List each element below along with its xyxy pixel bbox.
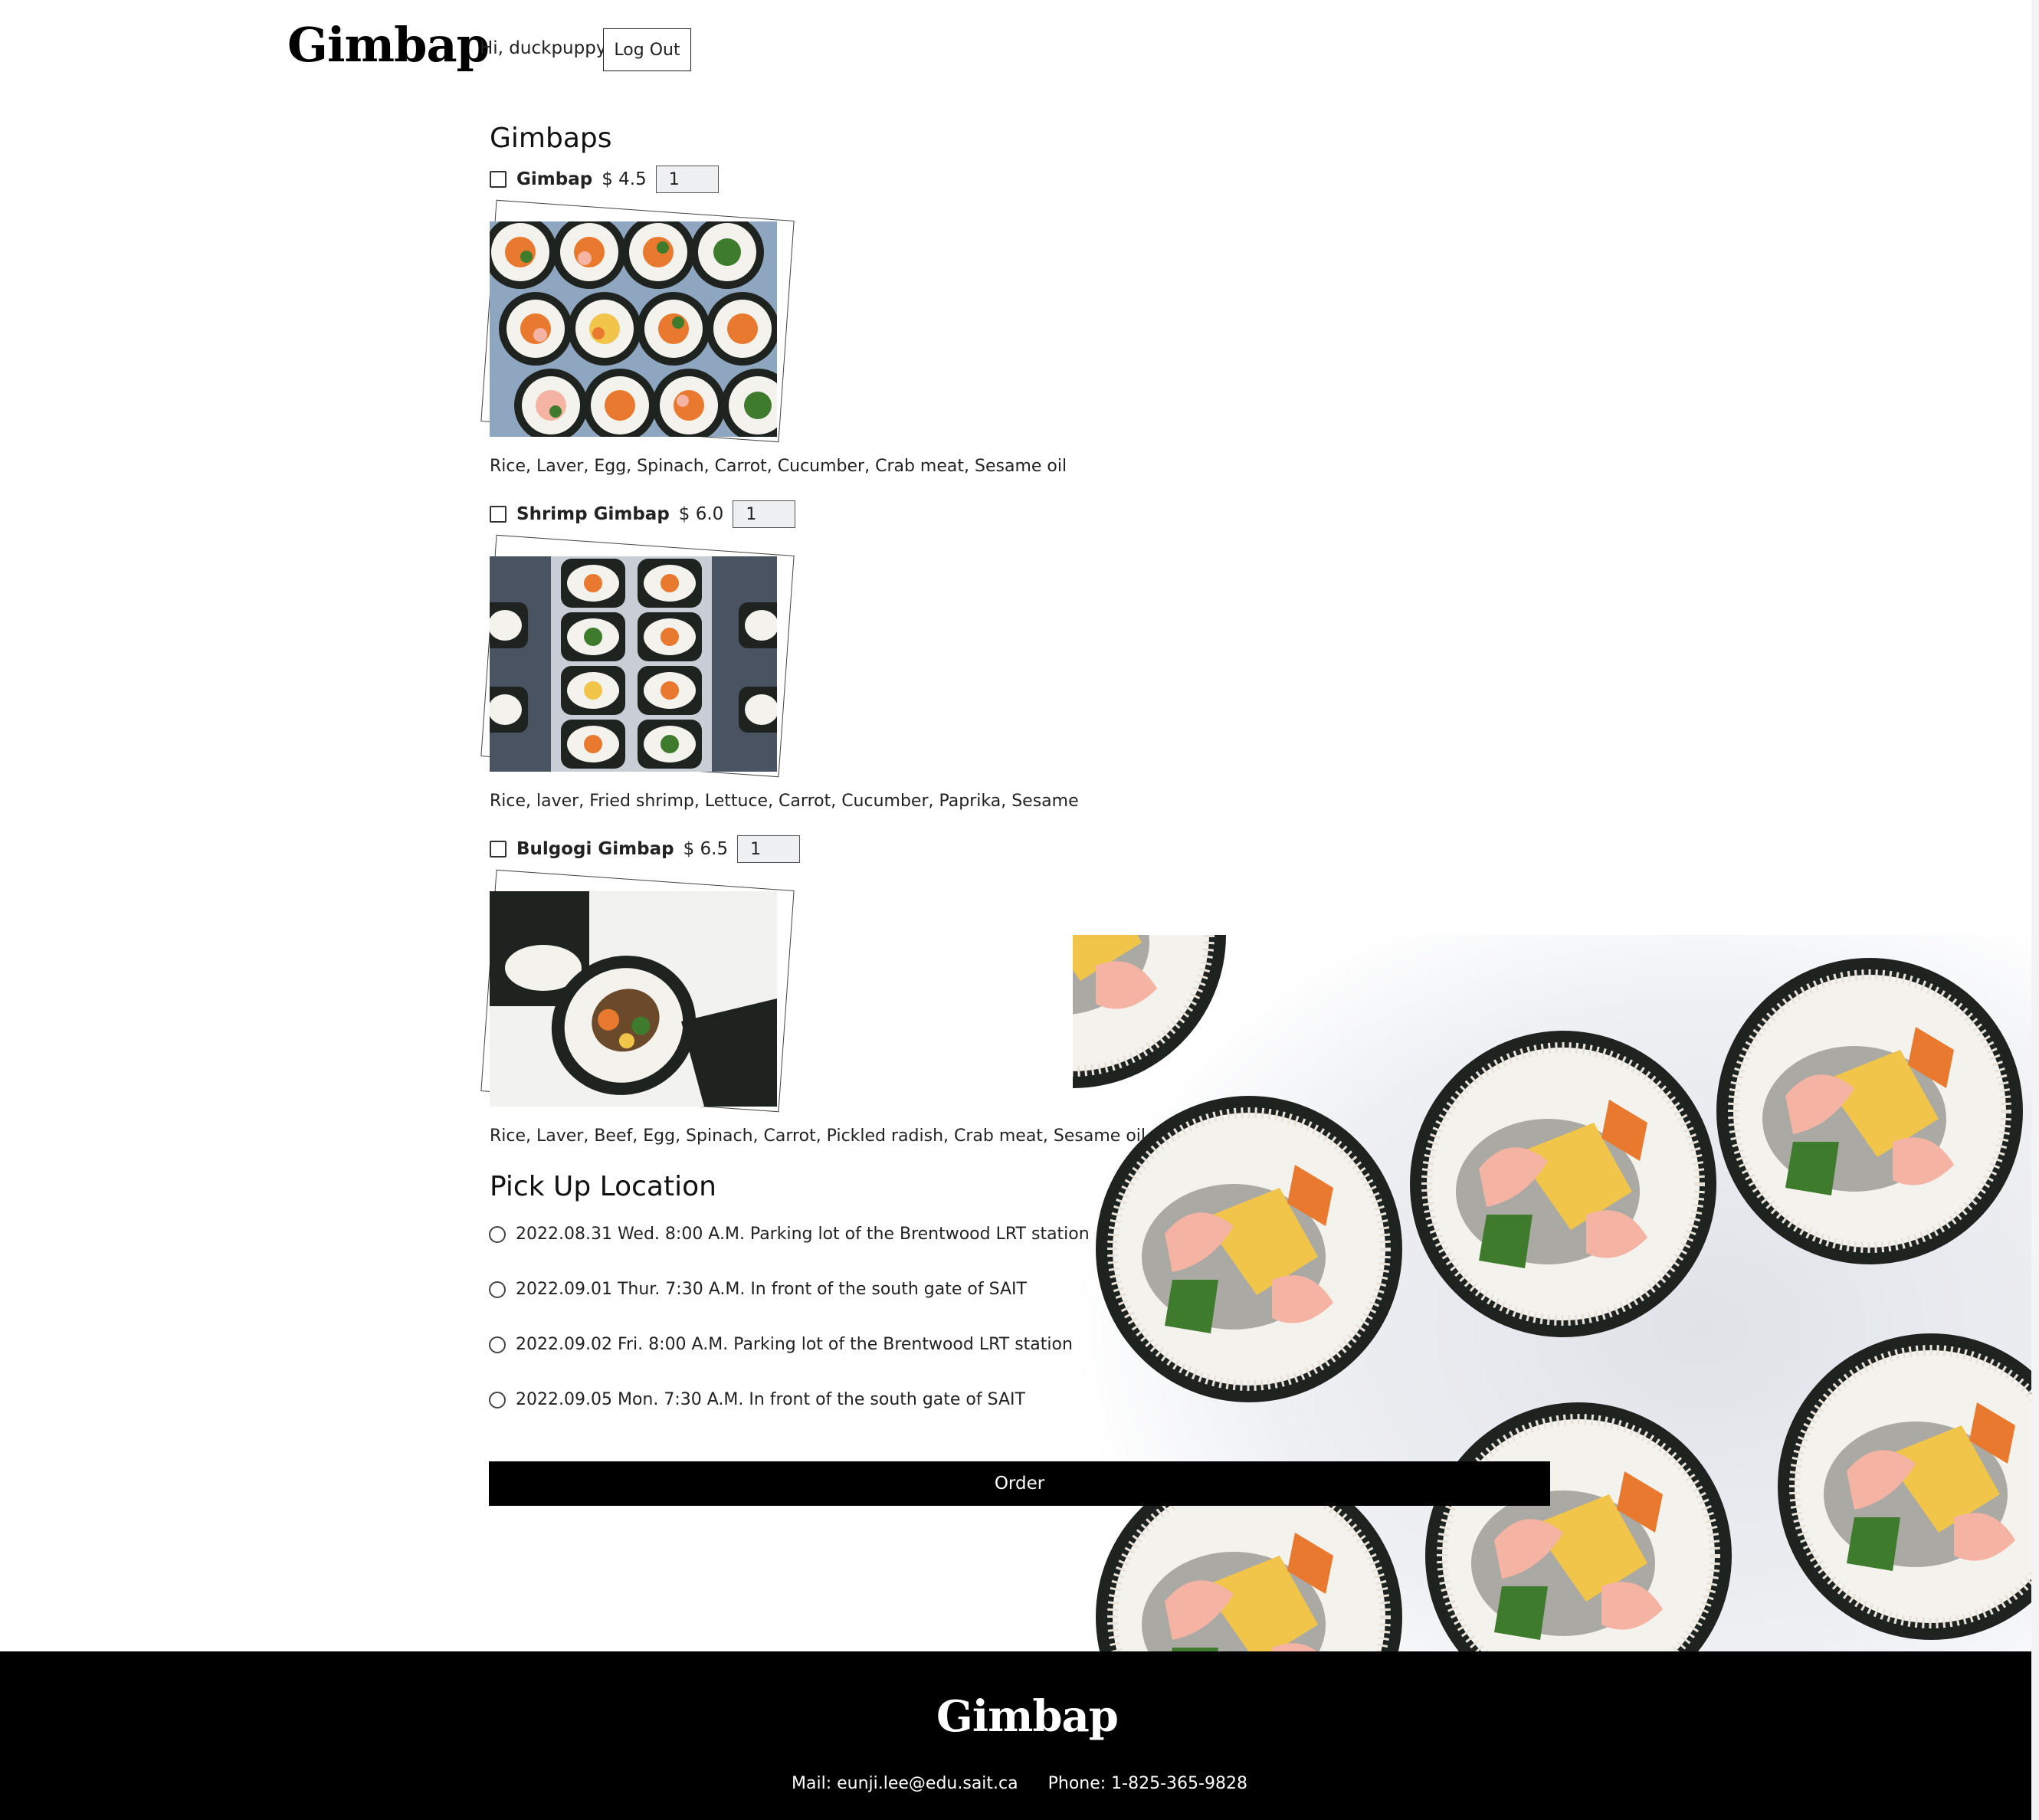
shrimp-gimbap-image: [490, 556, 777, 772]
footer-contact: Mail: eunji.lee@edu.sait.ca Phone: 1-825…: [0, 1774, 2039, 1793]
user-greeting: Hi, duckpuppy: [480, 38, 607, 58]
shrimp-gimbap-description: Rice, laver, Fried shrimp, Lettuce, Carr…: [490, 792, 1079, 811]
footer-logo: Gimbap: [936, 1691, 1119, 1742]
item-price: $ 6.5: [683, 839, 729, 859]
item-price: $ 4.5: [602, 169, 647, 189]
bulgogi-gimbap-checkbox[interactable]: [490, 841, 506, 858]
footer-phone: Phone: 1-825-365-9828: [1047, 1774, 1247, 1793]
pickup-radio[interactable]: [489, 1225, 506, 1243]
pickup-option[interactable]: 2022.09.01 Thur. 7:30 A.M. In front of t…: [489, 1280, 1027, 1299]
bulgogi-gimbap-photo: [480, 869, 795, 1113]
menu-item-gimbap: Gimbap $ 4.5: [490, 164, 719, 195]
pickup-radio[interactable]: [489, 1336, 506, 1353]
item-name: Shrimp Gimbap: [516, 504, 670, 524]
gimbap-photo: [480, 199, 795, 443]
logout-button[interactable]: Log Out: [603, 28, 691, 71]
pickup-option-label: 2022.09.01 Thur. 7:30 A.M. In front of t…: [516, 1280, 1027, 1299]
site-footer: Gimbap Mail: eunji.lee@edu.sait.ca Phone…: [0, 1651, 2039, 1820]
bulgogi-gimbap-description: Rice, Laver, Beef, Egg, Spinach, Carrot,…: [490, 1126, 1146, 1146]
menu-item-bulgogi-gimbap: Bulgogi Gimbap $ 6.5: [490, 834, 801, 864]
gimbap-image: [490, 221, 777, 437]
item-name: Bulgogi Gimbap: [516, 839, 674, 859]
vertical-scrollbar[interactable]: [2031, 0, 2039, 1820]
pickup-option[interactable]: 2022.09.05 Mon. 7:30 A.M. In front of th…: [489, 1390, 1025, 1409]
pickup-heading: Pick Up Location: [490, 1171, 716, 1202]
menu-item-shrimp-gimbap: Shrimp Gimbap $ 6.0: [490, 499, 796, 530]
background-gimbap-image: [1073, 935, 2039, 1651]
gimbap-description: Rice, Laver, Egg, Spinach, Carrot, Cucum…: [490, 457, 1067, 476]
footer-mail: Mail: eunji.lee@edu.sait.ca: [792, 1774, 1018, 1793]
pickup-option[interactable]: 2022.09.02 Fri. 8:00 A.M. Parking lot of…: [489, 1335, 1073, 1354]
pickup-option-label: 2022.09.02 Fri. 8:00 A.M. Parking lot of…: [516, 1335, 1073, 1354]
shrimp-gimbap-checkbox[interactable]: [490, 506, 506, 523]
pickup-radio[interactable]: [489, 1281, 506, 1298]
bulgogi-gimbap-quantity-input[interactable]: [737, 835, 801, 863]
gimbap-checkbox[interactable]: [490, 171, 506, 188]
gimbaps-heading: Gimbaps: [490, 123, 612, 154]
site-logo[interactable]: Gimbap: [287, 21, 490, 69]
pickup-option[interactable]: 2022.08.31 Wed. 8:00 A.M. Parking lot of…: [489, 1225, 1090, 1244]
pickup-option-label: 2022.09.05 Mon. 7:30 A.M. In front of th…: [516, 1390, 1025, 1409]
shrimp-gimbap-quantity-input[interactable]: [733, 500, 796, 528]
bulgogi-gimbap-image: [490, 891, 777, 1107]
item-price: $ 6.0: [678, 504, 724, 524]
pickup-radio[interactable]: [489, 1391, 506, 1408]
pickup-option-label: 2022.08.31 Wed. 8:00 A.M. Parking lot of…: [516, 1225, 1090, 1244]
item-name: Gimbap: [516, 169, 593, 189]
gimbap-quantity-input[interactable]: [655, 166, 719, 193]
shrimp-gimbap-photo: [480, 534, 795, 778]
order-button[interactable]: Order: [489, 1461, 1550, 1506]
